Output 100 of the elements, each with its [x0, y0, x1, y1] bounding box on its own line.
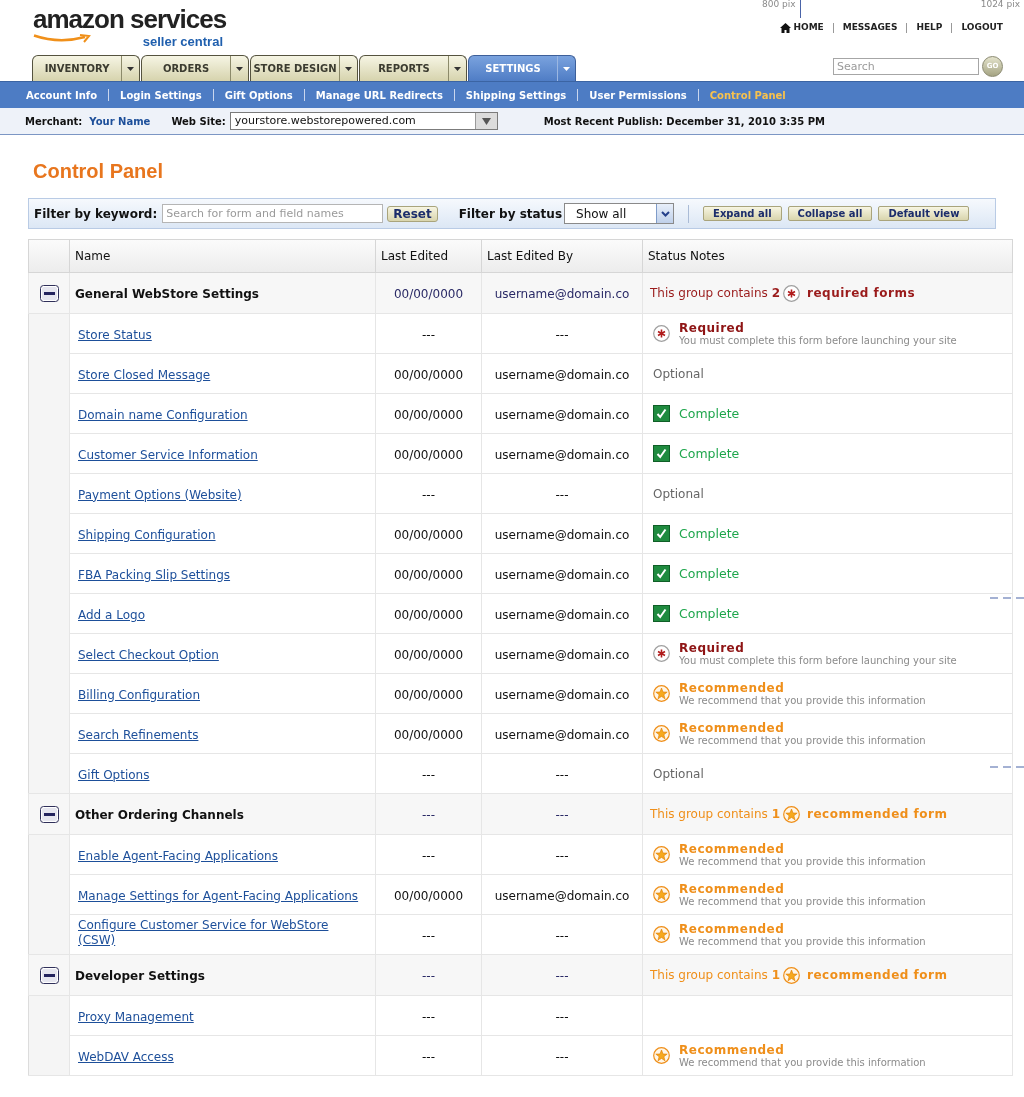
collapse-icon[interactable]: [39, 806, 59, 823]
summary-text: recommended form: [807, 806, 948, 823]
status-note: We recommend that you provide this information: [679, 1056, 926, 1069]
last-edited-value: ---: [422, 487, 435, 502]
guide-line: [990, 766, 1024, 768]
status-note: We recommend that you provide this information: [679, 855, 926, 868]
caret-icon: [127, 66, 134, 71]
last-edited-by-value: ---: [555, 1049, 569, 1064]
form-link[interactable]: Store Closed Message: [78, 367, 211, 383]
star-icon: [653, 846, 670, 863]
last-edited-by-value: username@domain.co: [494, 647, 630, 662]
star-icon: [783, 966, 800, 984]
subnav-link[interactable]: Manage URL Redirects: [315, 87, 443, 103]
last-edited-by-value: ---: [555, 487, 569, 502]
caret-icon: [345, 66, 352, 71]
subnav-link[interactable]: Gift Options: [224, 87, 293, 103]
column-header: Last Edited: [381, 249, 449, 263]
status-select[interactable]: Show all: [564, 203, 675, 224]
form-link[interactable]: Add a Logo: [78, 607, 145, 623]
keyword-field[interactable]: Search for form and field names: [162, 204, 384, 223]
form-link[interactable]: Domain name Configuration: [78, 407, 248, 423]
form-link[interactable]: Gift Options: [78, 767, 150, 783]
merchant-name: Your Name: [89, 114, 151, 129]
header-link[interactable]: HOME: [780, 21, 824, 35]
star-icon: [653, 1047, 670, 1064]
form-link[interactable]: Enable Agent-Facing Applications: [78, 848, 278, 864]
chevron-down-icon: [660, 210, 670, 217]
ruler-tick: [799, 0, 801, 18]
publish-info: Most Recent Publish: December 31, 2010 3:35 PM: [543, 114, 826, 129]
last-edited-by-value: username@domain.co: [494, 567, 630, 582]
last-edited-value: 00/00/0000: [393, 527, 464, 542]
form-link[interactable]: Manage Settings for Agent-Facing Applications: [78, 888, 359, 904]
status-label: Optional: [653, 766, 704, 781]
subnav-link[interactable]: User Permissions: [589, 87, 687, 103]
last-edited-value: 00/00/0000: [393, 687, 464, 702]
last-edited-value: 00/00/0000: [393, 287, 464, 301]
header-link[interactable]: MESSAGES: [842, 21, 898, 35]
status-label: Recommended: [679, 720, 785, 735]
nav-tab[interactable]: INVENTORY: [32, 55, 140, 81]
column-header: Status Notes: [648, 249, 725, 263]
status-label: Complete: [679, 606, 740, 621]
nav-tab[interactable]: STORE DESIGN: [250, 55, 358, 81]
subnav-link[interactable]: Shipping Settings: [465, 87, 567, 103]
collapse-icon[interactable]: [39, 285, 59, 302]
form-link[interactable]: Customer Service Information: [78, 447, 258, 463]
group-name: General WebStore Settings: [75, 287, 259, 301]
last-edited-by-value: ---: [555, 969, 569, 983]
form-link[interactable]: Payment Options (Website): [78, 487, 242, 503]
field-label: Filter by keyword:: [34, 205, 158, 223]
logo-wordmark: amazon services: [33, 4, 227, 34]
status-note: You must complete this form before launching your site: [679, 334, 957, 347]
nav-tab[interactable]: REPORTS: [359, 55, 467, 81]
summary-text: recommended form: [807, 967, 948, 984]
asterisk-icon: [653, 325, 670, 342]
caret-icon: [481, 117, 491, 125]
toolbar-button[interactable]: Collapse all: [787, 206, 873, 221]
caret-icon: [454, 66, 461, 71]
toolbar-button[interactable]: Expand all: [703, 206, 782, 221]
form-link[interactable]: Select Checkout Option: [78, 647, 219, 663]
last-edited-value: ---: [422, 767, 435, 782]
form-link[interactable]: Shipping Configuration: [78, 527, 216, 543]
field-label: Filter by status: [458, 205, 563, 223]
reset-button[interactable]: Reset: [387, 205, 438, 222]
subnav-link[interactable]: Account Info: [26, 87, 98, 103]
star-icon: [783, 805, 800, 823]
last-edited-by-value: username@domain.co: [494, 447, 630, 462]
status-label: Complete: [679, 446, 740, 461]
collapse-icon[interactable]: [39, 967, 59, 984]
status-label: Optional: [653, 366, 704, 381]
group-name: Developer Settings: [75, 969, 205, 983]
subnav-link[interactable]: Login Settings: [120, 87, 202, 103]
last-edited-value: ---: [422, 327, 435, 342]
check-icon: [653, 405, 670, 422]
asterisk-icon: [653, 645, 670, 662]
field-label: Merchant:: [25, 114, 83, 129]
form-link[interactable]: Store Status: [78, 327, 152, 343]
star-icon: [653, 926, 670, 943]
form-link[interactable]: Proxy Management: [78, 1009, 194, 1025]
form-link[interactable]: Billing Configuration: [78, 687, 200, 703]
last-edited-by-value: username@domain.co: [494, 367, 630, 382]
star-icon: [653, 685, 670, 702]
nav-tab[interactable]: ORDERS: [141, 55, 249, 81]
caret-icon: [236, 66, 243, 71]
form-link[interactable]: FBA Packing Slip Settings: [78, 567, 231, 583]
header-link[interactable]: HELP: [916, 21, 943, 35]
search-field[interactable]: Search: [833, 58, 979, 75]
last-edited-by-value: username@domain.co: [494, 407, 630, 422]
status-label: Required: [679, 320, 745, 335]
form-link[interactable]: WebDAV Access: [78, 1049, 174, 1065]
website-select[interactable]: yourstore.webstorepowered.com: [229, 112, 498, 130]
last-edited-value: ---: [422, 808, 435, 822]
form-link[interactable]: Configure Customer Service for WebStore (CSW): [78, 918, 369, 948]
status-note: You must complete this form before launching your site: [679, 654, 957, 667]
check-icon: [653, 605, 670, 622]
form-link[interactable]: Search Refinements: [78, 727, 199, 743]
status-note: We recommend that you provide this information: [679, 734, 926, 747]
status-note: We recommend that you provide this information: [679, 935, 926, 948]
toolbar-button[interactable]: Default view: [878, 206, 970, 221]
header-link[interactable]: LOGOUT: [961, 21, 1003, 35]
status-label: Complete: [679, 566, 740, 581]
